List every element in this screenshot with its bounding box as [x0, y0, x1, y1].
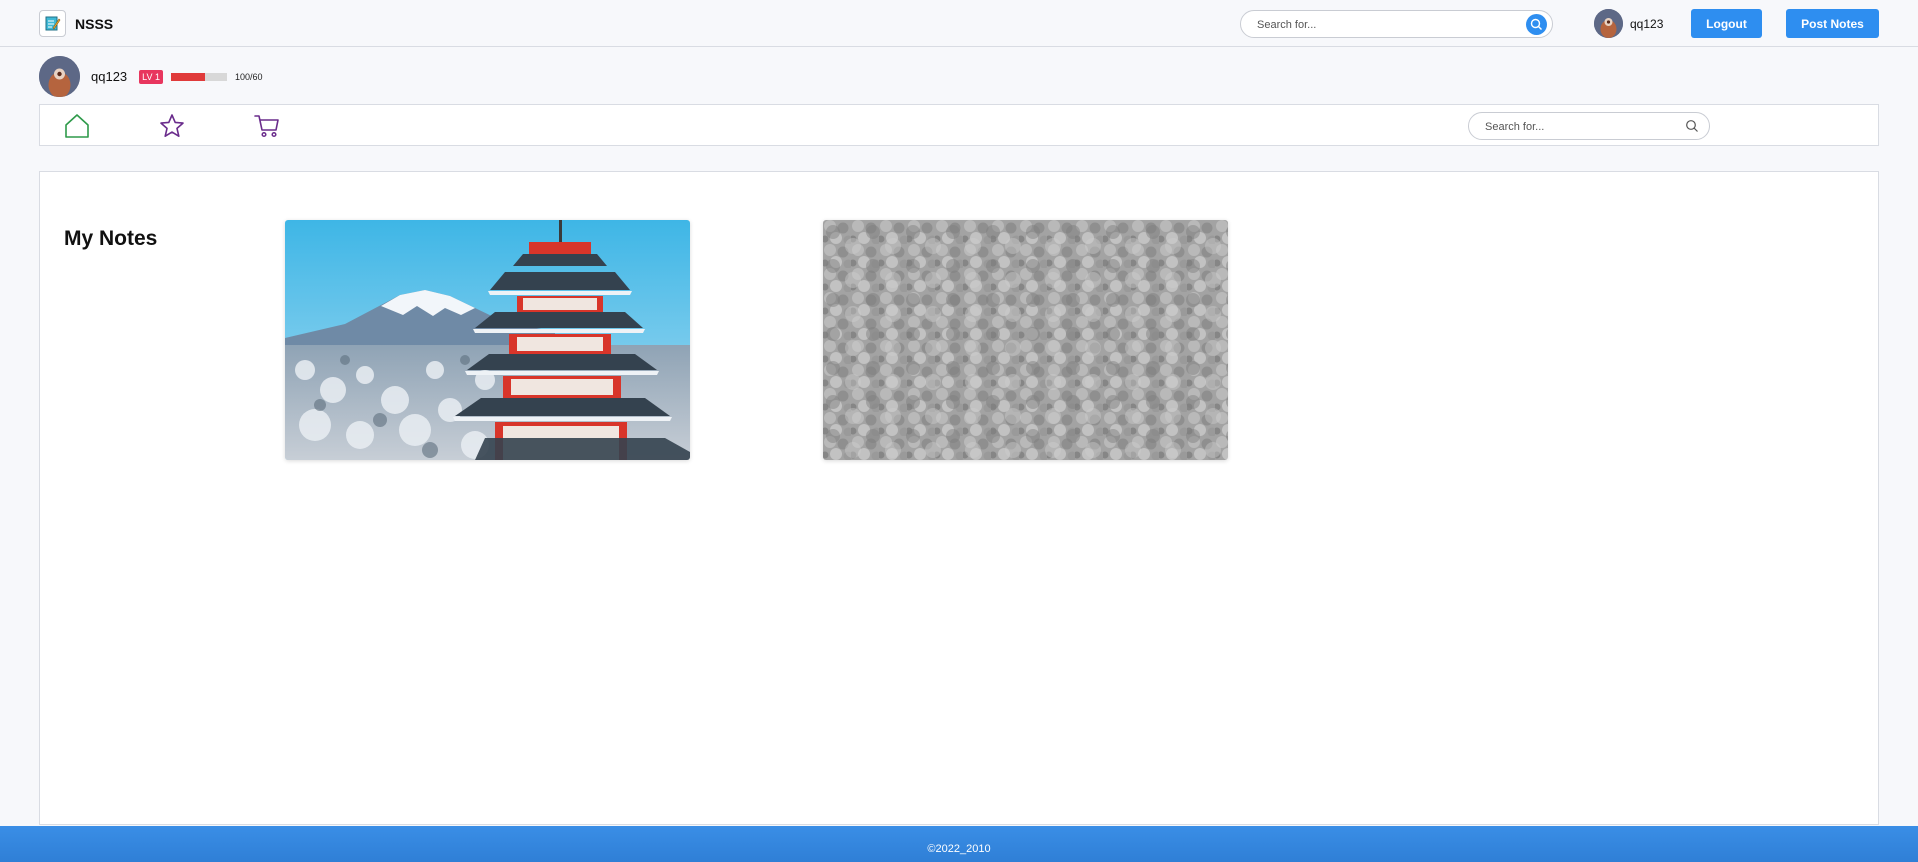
note-card[interactable]: [285, 220, 690, 460]
notepad-icon: [39, 10, 66, 37]
home-icon[interactable]: [64, 113, 90, 139]
xp-text: 100/60: [235, 71, 263, 82]
brand[interactable]: NSSS: [39, 10, 113, 37]
avatar: [1594, 9, 1623, 38]
logout-button[interactable]: Logout: [1691, 9, 1762, 38]
nav-search-box: [1468, 112, 1710, 140]
footer: ©2022_2010: [0, 826, 1918, 862]
brand-name: NSSS: [75, 15, 114, 32]
star-icon[interactable]: [159, 113, 185, 139]
avatar[interactable]: [39, 56, 80, 97]
xp-progress-fill: [171, 72, 205, 81]
top-search-box: [1240, 10, 1553, 38]
profile-username: qq123: [91, 69, 128, 84]
gray-texture-image: [823, 220, 1228, 460]
top-navbar: NSSS qq123 Logout Post Notes: [0, 0, 1918, 47]
search-icon[interactable]: [1685, 119, 1699, 133]
top-search-input[interactable]: [1257, 17, 1507, 33]
header-user[interactable]: qq123: [1594, 9, 1663, 38]
cart-icon[interactable]: [254, 113, 280, 139]
note-card[interactable]: [823, 220, 1228, 460]
page-title: My Notes: [64, 227, 158, 250]
icon-nav-bar: [39, 104, 1879, 146]
footer-copyright: ©2022_2010: [927, 843, 991, 855]
nav-search-input[interactable]: [1485, 119, 1675, 135]
header-username: qq123: [1630, 16, 1664, 31]
pagoda-mount-fuji-photo: [285, 220, 690, 460]
xp-progress-bar: [171, 72, 228, 81]
search-icon[interactable]: [1526, 14, 1547, 35]
level-badge: LV 1: [139, 69, 164, 84]
notes-panel: My Notes: [39, 171, 1879, 825]
profile-summary: qq123 LV 1 100/60: [39, 56, 263, 97]
post-notes-button[interactable]: Post Notes: [1786, 9, 1879, 38]
